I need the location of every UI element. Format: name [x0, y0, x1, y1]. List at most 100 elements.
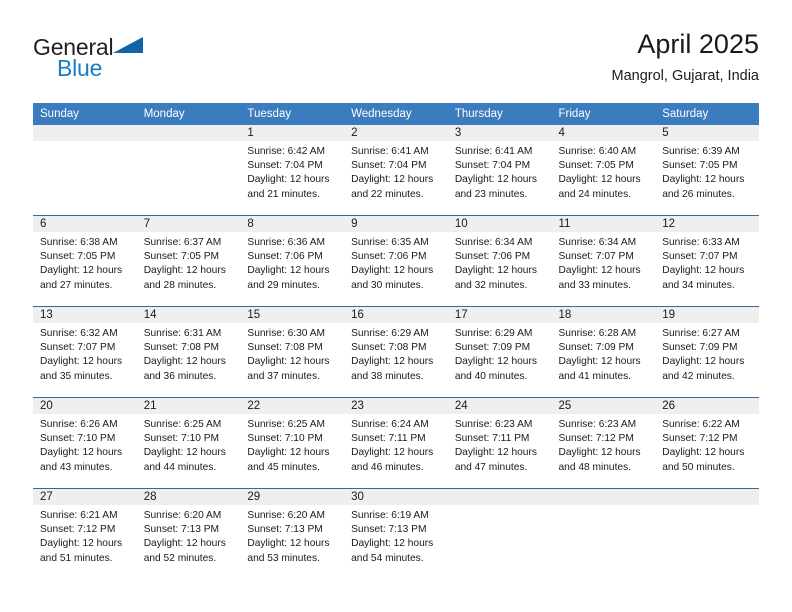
day-cell-inner: 9 Sunrise: 6:35 AM Sunset: 7:06 PM Daylight…	[344, 216, 448, 306]
calendar-day-cell[interactable]: 2 Sunrise: 6:41 AM Sunset: 7:04 PM Daylight…	[344, 125, 448, 216]
daylight-text-line1: Daylight: 12 hours	[351, 538, 434, 550]
calendar-day-cell[interactable]: 13 Sunrise: 6:32 AM Sunset: 7:07 PM Dayligh…	[33, 306, 137, 398]
calendar-day-cell[interactable]: 23 Sunrise: 6:24 AM Sunset: 7:11 PM Dayligh…	[344, 397, 448, 489]
calendar-day-cell[interactable]: 7 Sunrise: 6:37 AM Sunset: 7:05 PM Daylight…	[136, 215, 241, 307]
weekday-header-sunday: Sunday	[33, 103, 137, 125]
sunset-text: Sunset: 7:04 PM	[454, 160, 531, 172]
calendar-day-cell[interactable]: 17 Sunrise: 6:29 AM Sunset: 7:09 PM Dayligh…	[447, 306, 552, 398]
day-number: 10	[447, 216, 552, 232]
day-number: 12	[655, 216, 759, 232]
calendar-day-cell[interactable]: 21 Sunrise: 6:25 AM Sunset: 7:10 PM Dayligh…	[136, 397, 241, 489]
sunrise-text: Sunrise: 6:38 AM	[40, 237, 118, 248]
calendar-day-cell[interactable]: 1 Sunrise: 6:42 AM Sunset: 7:04 PM Daylight…	[240, 125, 345, 216]
calendar-day-cell[interactable]: 26 Sunrise: 6:22 AM Sunset: 7:12 PM Dayligh…	[655, 397, 759, 489]
sunrise-text: Sunrise: 6:30 AM	[247, 328, 325, 339]
day-cell-inner	[551, 489, 656, 579]
sunrise-text: Sunrise: 6:23 AM	[454, 419, 533, 430]
calendar-day-cell[interactable]: 25 Sunrise: 6:23 AM Sunset: 7:12 PM Dayligh…	[551, 397, 656, 489]
daylight-text-line1: Daylight: 12 hours	[454, 265, 537, 277]
daylight-text-line1: Daylight: 12 hours	[662, 265, 745, 277]
weekday-header-friday: Friday	[551, 103, 656, 125]
calendar-day-cell[interactable]: 19 Sunrise: 6:27 AM Sunset: 7:09 PM Dayligh…	[655, 306, 759, 398]
daylight-text-line2: and 28 minutes.	[143, 279, 217, 291]
calendar-day-cell[interactable]: 3 Sunrise: 6:41 AM Sunset: 7:04 PM Daylight…	[447, 125, 552, 216]
sunset-text: Sunset: 7:07 PM	[558, 251, 634, 263]
sunset-text: Sunset: 7:06 PM	[454, 251, 531, 263]
daylight-text-line1: Daylight: 12 hours	[143, 356, 226, 368]
daylight-text-line2: and 48 minutes.	[558, 461, 632, 473]
title-block: April 2025 Mangrol, Gujarat, India	[612, 28, 760, 86]
day-details: Sunrise: 6:25 AM Sunset: 7:10 PM Daylight:…	[137, 414, 241, 475]
daylight-text-line1: Daylight: 12 hours	[662, 174, 745, 186]
calendar-day-cell[interactable]: 15 Sunrise: 6:30 AM Sunset: 7:08 PM Dayligh…	[240, 306, 345, 398]
sunrise-text: Sunrise: 6:39 AM	[662, 146, 740, 157]
sunset-text: Sunset: 7:05 PM	[40, 251, 116, 263]
day-details: Sunrise: 6:40 AM Sunset: 7:05 PM Daylight:…	[552, 141, 656, 202]
day-cell-inner: 2 Sunrise: 6:41 AM Sunset: 7:04 PM Daylight…	[344, 125, 448, 215]
daylight-text-line2: and 33 minutes.	[558, 279, 632, 291]
calendar-day-cell[interactable]: 6 Sunrise: 6:38 AM Sunset: 7:05 PM Daylight…	[33, 215, 137, 307]
calendar-day-cell[interactable]: 12 Sunrise: 6:33 AM Sunset: 7:07 PM Dayligh…	[655, 215, 759, 307]
calendar-day-cell-empty	[655, 488, 759, 579]
daylight-text-line2: and 40 minutes.	[454, 370, 528, 382]
sunrise-text: Sunrise: 6:21 AM	[40, 510, 118, 521]
calendar-grid: Sunday Monday Tuesday Wednesday Thursday…	[33, 103, 759, 579]
sunset-text: Sunset: 7:09 PM	[454, 342, 531, 354]
day-cell-inner: 13 Sunrise: 6:32 AM Sunset: 7:07 PM Dayligh…	[33, 307, 137, 397]
day-number	[136, 125, 241, 141]
calendar-day-cell[interactable]: 9 Sunrise: 6:35 AM Sunset: 7:06 PM Daylight…	[344, 215, 448, 307]
day-details: Sunrise: 6:31 AM Sunset: 7:08 PM Daylight:…	[137, 323, 241, 384]
calendar-day-cell[interactable]: 29 Sunrise: 6:20 AM Sunset: 7:13 PM Dayligh…	[240, 488, 345, 579]
general-blue-logo[interactable]: General Blue	[33, 34, 213, 88]
daylight-text-line1: Daylight: 12 hours	[143, 265, 226, 277]
calendar-day-cell[interactable]: 18 Sunrise: 6:28 AM Sunset: 7:09 PM Dayligh…	[551, 306, 656, 398]
calendar-day-cell[interactable]: 20 Sunrise: 6:26 AM Sunset: 7:10 PM Dayligh…	[33, 397, 137, 489]
calendar-day-cell[interactable]: 5 Sunrise: 6:39 AM Sunset: 7:05 PM Daylight…	[655, 125, 759, 216]
calendar-day-cell[interactable]: 14 Sunrise: 6:31 AM Sunset: 7:08 PM Dayligh…	[136, 306, 241, 398]
sunrise-text: Sunrise: 6:25 AM	[143, 419, 222, 430]
sunrise-text: Sunrise: 6:27 AM	[662, 328, 740, 339]
calendar-day-cell[interactable]: 27 Sunrise: 6:21 AM Sunset: 7:12 PM Dayligh…	[33, 488, 137, 579]
calendar-day-cell[interactable]: 16 Sunrise: 6:29 AM Sunset: 7:08 PM Dayligh…	[344, 306, 448, 398]
daylight-text-line2: and 32 minutes.	[454, 279, 528, 291]
daylight-text-line2: and 52 minutes.	[143, 552, 217, 564]
daylight-text-line2: and 23 minutes.	[454, 188, 528, 200]
day-number: 13	[33, 307, 137, 323]
daylight-text-line1: Daylight: 12 hours	[40, 356, 123, 368]
sunset-text: Sunset: 7:09 PM	[558, 342, 634, 354]
calendar-body: 1 Sunrise: 6:42 AM Sunset: 7:04 PM Daylight…	[33, 125, 759, 579]
calendar-page: General Blue April 2025 Mangrol, Gujarat…	[0, 0, 792, 612]
daylight-text-line2: and 53 minutes.	[247, 552, 320, 564]
calendar-day-cell[interactable]: 10 Sunrise: 6:34 AM Sunset: 7:06 PM Dayligh…	[447, 215, 552, 307]
sunrise-text: Sunrise: 6:34 AM	[454, 237, 533, 248]
day-cell-inner	[655, 489, 759, 579]
daylight-text-line2: and 24 minutes.	[558, 188, 632, 200]
day-cell-inner: 27 Sunrise: 6:21 AM Sunset: 7:12 PM Dayligh…	[33, 489, 137, 579]
calendar-day-cell[interactable]: 11 Sunrise: 6:34 AM Sunset: 7:07 PM Dayligh…	[551, 215, 656, 307]
calendar-day-cell[interactable]: 22 Sunrise: 6:25 AM Sunset: 7:10 PM Dayligh…	[240, 397, 345, 489]
calendar-day-cell[interactable]: 4 Sunrise: 6:40 AM Sunset: 7:05 PM Daylight…	[551, 125, 656, 216]
day-details: Sunrise: 6:29 AM Sunset: 7:08 PM Daylight:…	[344, 323, 448, 384]
daylight-text-line1: Daylight: 12 hours	[558, 174, 641, 186]
calendar-day-cell-empty	[33, 125, 137, 216]
calendar-day-cell[interactable]: 24 Sunrise: 6:23 AM Sunset: 7:11 PM Dayligh…	[447, 397, 552, 489]
daylight-text-line1: Daylight: 12 hours	[40, 447, 123, 459]
calendar-day-cell[interactable]: 8 Sunrise: 6:36 AM Sunset: 7:06 PM Daylight…	[240, 215, 345, 307]
daylight-text-line1: Daylight: 12 hours	[558, 356, 641, 368]
day-details: Sunrise: 6:32 AM Sunset: 7:07 PM Daylight:…	[33, 323, 137, 384]
day-details: Sunrise: 6:23 AM Sunset: 7:12 PM Daylight:…	[552, 414, 656, 475]
sunrise-text: Sunrise: 6:32 AM	[40, 328, 118, 339]
daylight-text-line1: Daylight: 12 hours	[454, 356, 537, 368]
day-details: Sunrise: 6:33 AM Sunset: 7:07 PM Daylight:…	[655, 232, 759, 293]
daylight-text-line1: Daylight: 12 hours	[143, 447, 226, 459]
day-number: 22	[240, 398, 345, 414]
weekday-header-monday: Monday	[136, 103, 241, 125]
calendar-day-cell[interactable]: 30 Sunrise: 6:19 AM Sunset: 7:13 PM Dayligh…	[344, 488, 448, 579]
day-number: 29	[240, 489, 345, 505]
sunrise-text: Sunrise: 6:22 AM	[662, 419, 740, 430]
calendar-day-cell[interactable]: 28 Sunrise: 6:20 AM Sunset: 7:13 PM Dayligh…	[136, 488, 241, 579]
day-number: 24	[447, 398, 552, 414]
daylight-text-line2: and 38 minutes.	[351, 370, 424, 382]
daylight-text-line1: Daylight: 12 hours	[662, 447, 745, 459]
day-cell-inner: 3 Sunrise: 6:41 AM Sunset: 7:04 PM Daylight…	[447, 125, 552, 215]
